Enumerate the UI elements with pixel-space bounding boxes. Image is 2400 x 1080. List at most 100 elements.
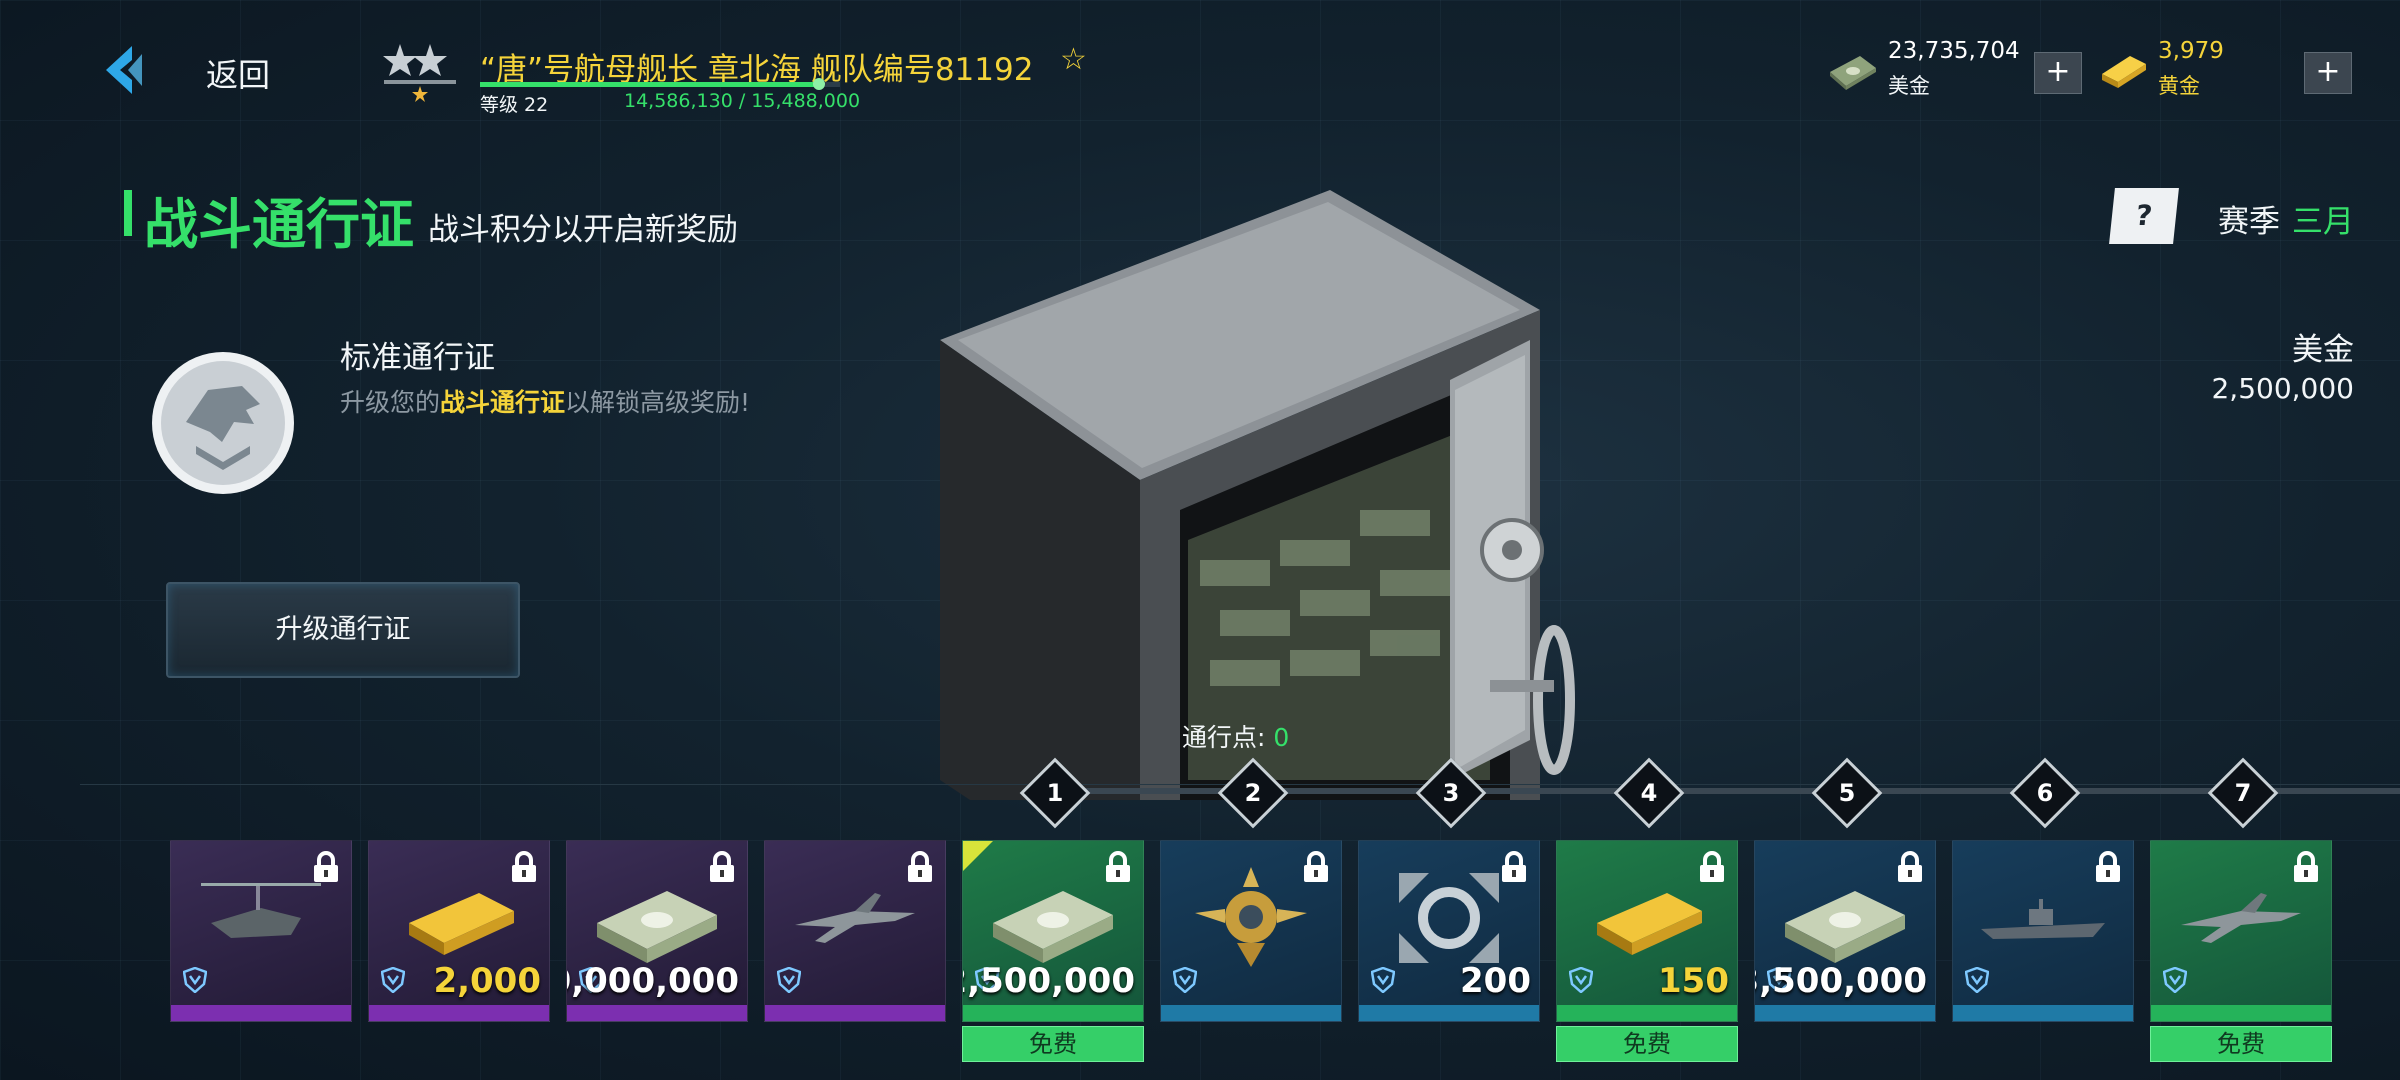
usd-balance: 23,735,704	[1888, 38, 2020, 64]
page-title: 战斗通行证	[144, 193, 414, 256]
shield-icon	[1568, 966, 1594, 994]
favorite-star-icon[interactable]: ☆	[1060, 42, 1087, 77]
reward-value: 3,500,000	[1754, 961, 1927, 1001]
shield-icon	[182, 966, 208, 994]
pass-emblem-icon	[152, 352, 294, 494]
helicopter-icon	[191, 863, 331, 973]
tier-number: 4	[1640, 779, 1658, 807]
reward-card[interactable]: 3,500,000	[1754, 840, 1936, 1022]
lock-icon	[1103, 851, 1133, 883]
jet-icon	[2171, 863, 2311, 973]
lock-icon	[2093, 851, 2123, 883]
ship-icon	[1973, 863, 2113, 973]
back-arrow-icon[interactable]	[98, 40, 158, 100]
rank-stars-icon	[383, 44, 456, 102]
pass-points-value: 0	[1273, 723, 1290, 752]
help-button[interactable]: ?	[2109, 188, 2179, 244]
safe-illustration	[940, 190, 1575, 800]
shield-icon	[1964, 966, 1990, 994]
rarity-strip	[567, 1005, 747, 1021]
selected-reward-name: 美金	[2292, 332, 2354, 368]
pass-points-label: 通行点: 0	[1182, 718, 1289, 754]
reward-card[interactable]	[170, 840, 352, 1022]
tier-number: 6	[2036, 779, 2054, 807]
lock-icon	[1301, 851, 1331, 883]
xp-progress-bar	[480, 78, 840, 90]
reward-value: 10,000,000	[567, 961, 739, 1001]
gold-icon	[389, 863, 529, 973]
pass-desc-highlight: 战斗通行证	[440, 388, 566, 417]
cash-stack-icon	[1830, 56, 1876, 90]
headline-accent-bar	[124, 190, 132, 236]
shield-icon	[776, 966, 802, 994]
lock-icon	[707, 851, 737, 883]
reward-card[interactable]	[1952, 840, 2134, 1022]
cash-icon	[587, 863, 727, 973]
add-gold-button[interactable]: +	[2304, 52, 2352, 94]
gold-balance: 3,979	[2158, 38, 2224, 64]
free-tier-label[interactable]: 免费	[2150, 1026, 2332, 1062]
reward-card[interactable]: 2,000	[368, 840, 550, 1022]
reward-card[interactable]	[1160, 840, 1342, 1022]
free-tier-label[interactable]: 免费	[962, 1026, 1144, 1062]
reward-card[interactable]	[764, 840, 946, 1022]
lock-icon	[905, 851, 935, 883]
lock-icon	[509, 851, 539, 883]
tier-number: 2	[1244, 779, 1262, 807]
reward-card[interactable]: 10,000,000	[566, 840, 748, 1022]
pass-desc-prefix: 升级您的	[340, 388, 441, 417]
season-value: 三月	[2292, 204, 2354, 240]
shield-icon	[1370, 966, 1396, 994]
arrows-icon	[1379, 863, 1519, 973]
lock-icon	[311, 851, 341, 883]
xp-progress-marker	[813, 78, 826, 90]
reward-value: 2,000	[433, 961, 541, 1001]
pass-points-text: 通行点:	[1182, 723, 1274, 752]
rarity-strip	[1359, 1005, 1539, 1021]
rarity-strip	[1953, 1005, 2133, 1021]
reward-card[interactable]: 200	[1358, 840, 1540, 1022]
reward-value: 150	[1658, 961, 1729, 1001]
pass-description: 升级您的战斗通行证以解锁高级奖励!	[340, 386, 760, 420]
tier-number: 1	[1046, 779, 1064, 807]
level-label: 等级 22	[480, 94, 549, 116]
shield-icon	[2162, 966, 2188, 994]
reward-value: 2,500,000	[962, 961, 1135, 1001]
reward-card[interactable]: 150	[1556, 840, 1738, 1022]
add-usd-button[interactable]: +	[2034, 52, 2082, 94]
lock-icon	[1697, 851, 1727, 883]
upgrade-pass-button[interactable]: 升级通行证	[166, 582, 520, 678]
gold-icon	[1577, 863, 1717, 973]
tier-number: 5	[1838, 779, 1856, 807]
cash-icon	[1775, 863, 1915, 973]
emblem-icon	[1181, 863, 1321, 973]
reward-card[interactable]: 2,500,000	[962, 840, 1144, 1022]
cash-icon	[983, 863, 1123, 973]
lock-icon	[1895, 851, 1925, 883]
reward-value: 200	[1460, 961, 1531, 1001]
pass-desc-suffix: 以解锁高级奖励!	[565, 388, 751, 417]
tier-number: 7	[2234, 779, 2252, 807]
usd-label: 美金	[1888, 74, 1930, 98]
rarity-strip	[963, 1005, 1143, 1021]
gold-label: 黄金	[2158, 74, 2200, 98]
season-label: 赛季	[2218, 204, 2280, 240]
tier-number: 3	[1442, 779, 1460, 807]
free-tier-label[interactable]: 免费	[1556, 1026, 1738, 1062]
rarity-strip	[765, 1005, 945, 1021]
lock-icon	[1499, 851, 1529, 883]
rarity-strip	[2151, 1005, 2331, 1021]
selected-reward-amount: 2,500,000	[2211, 372, 2354, 405]
xp-progress-fill	[480, 82, 820, 87]
rarity-strip	[1161, 1005, 1341, 1021]
lock-icon	[2291, 851, 2321, 883]
shield-icon	[380, 966, 406, 994]
page-subtitle: 战斗积分以开启新奖励	[428, 212, 738, 248]
reward-card[interactable]	[2150, 840, 2332, 1022]
gold-bar-icon	[2102, 56, 2146, 88]
back-button[interactable]: 返回	[206, 50, 270, 96]
rarity-strip	[1755, 1005, 1935, 1021]
pass-title: 标准通行证	[340, 340, 495, 376]
rarity-strip	[369, 1005, 549, 1021]
xp-text: 14,586,130 / 15,488,000	[624, 90, 861, 112]
